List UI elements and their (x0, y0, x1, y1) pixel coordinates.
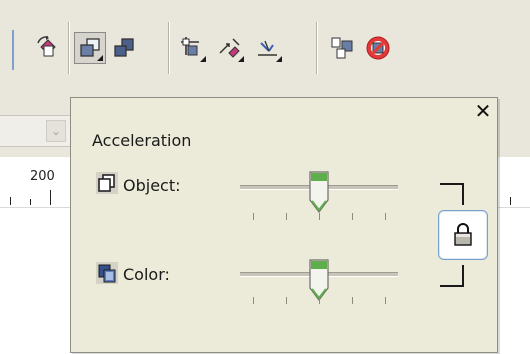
toolbar-separator (168, 22, 169, 74)
slider-tick (253, 297, 254, 304)
slider-tick (319, 297, 320, 304)
flyout-indicator (200, 56, 206, 62)
slider-tick (286, 213, 287, 220)
object-accel-icon (96, 172, 118, 194)
popup-title: Acceleration (92, 131, 192, 150)
bring-to-front-button[interactable] (74, 32, 106, 64)
lock-icon (454, 223, 472, 246)
send-to-back-button[interactable] (108, 32, 140, 64)
lock-button[interactable] (438, 210, 488, 260)
slider-tick (253, 213, 254, 220)
slider-tick (286, 297, 287, 304)
property-combo-box[interactable]: ⌄ (0, 115, 71, 147)
slider-tick (385, 297, 386, 304)
slider-tick (319, 213, 320, 220)
transform-button[interactable] (176, 32, 208, 64)
color-slider-thumb[interactable] (308, 258, 330, 302)
ruler-label: 200 (30, 169, 55, 184)
chevron-down-icon[interactable]: ⌄ (46, 120, 66, 142)
lock-bracket-top (440, 183, 464, 205)
slider-tick (352, 297, 353, 304)
ruler-tick (10, 197, 11, 205)
toolbar-left-edge (0, 30, 14, 70)
lock-bracket-bottom (440, 265, 464, 287)
skew-button[interactable] (252, 32, 284, 64)
no-entry-button[interactable] (362, 32, 394, 64)
slider-tick (352, 213, 353, 220)
toolbar-separator (316, 22, 317, 74)
close-button[interactable]: ✕ (472, 100, 494, 122)
send-to-back-icon (114, 38, 134, 57)
ruler-tick (30, 199, 31, 205)
flyout-indicator (276, 56, 282, 62)
toolbar-separator (68, 22, 69, 74)
slider-tick (385, 213, 386, 220)
flyout-indicator (238, 56, 244, 62)
canvas-edge (512, 164, 530, 194)
align-button[interactable] (214, 32, 246, 64)
close-icon: ✕ (474, 99, 492, 123)
copy-properties-icon (331, 37, 353, 59)
rotate-page-button[interactable] (32, 32, 64, 64)
flyout-indicator (97, 55, 103, 61)
ruler-tick (510, 197, 511, 205)
object-slider-thumb[interactable] (308, 170, 330, 214)
ruler-tick (50, 190, 51, 205)
color-accel-icon (96, 262, 118, 284)
no-entry-icon (366, 36, 390, 60)
toolbar (0, 0, 530, 98)
color-label: Color: (123, 265, 170, 284)
rotate-page-icon (37, 36, 56, 57)
object-label: Object: (123, 176, 181, 195)
copy-properties-button[interactable] (326, 32, 358, 64)
